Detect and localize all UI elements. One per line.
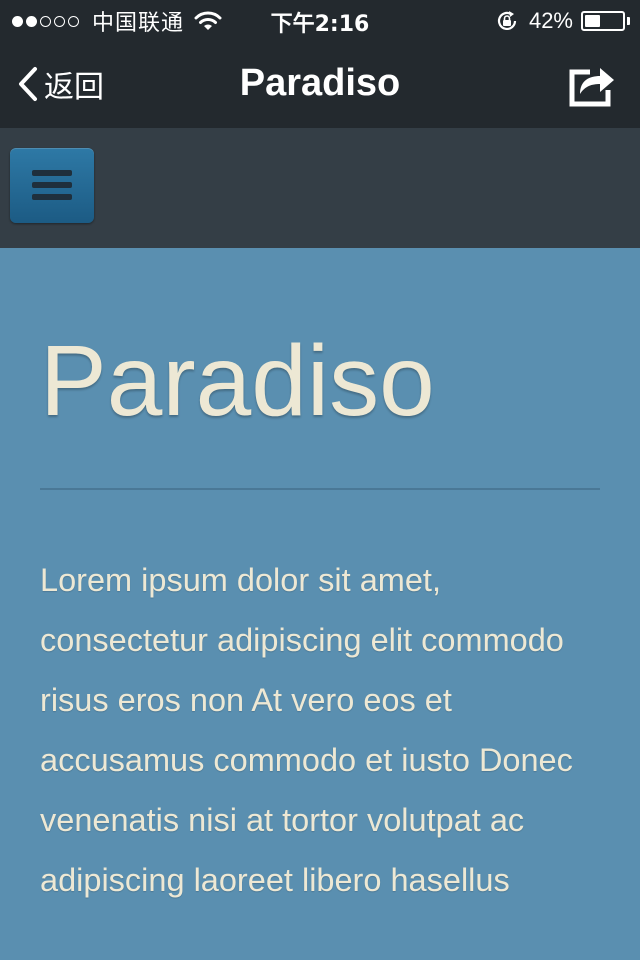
status-bar: 中国联通 下午2:16 42% (0, 0, 640, 40)
content-heading: Paradiso (40, 325, 435, 437)
screen: 中国联通 下午2:16 42% 返回 Paradiso Paradiso Lor… (0, 0, 640, 960)
share-button[interactable] (568, 62, 616, 108)
rotation-lock-icon (497, 11, 517, 30)
battery-icon (581, 11, 625, 31)
menu-bar (32, 194, 72, 200)
page-title: Paradiso (239, 62, 401, 104)
share-icon (569, 68, 614, 107)
battery-level (585, 15, 600, 27)
navigation-bar: 返回 Paradiso (0, 40, 640, 128)
status-right: 42% (495, 6, 630, 36)
battery-nub (627, 17, 630, 25)
divider (40, 488, 600, 490)
menu-button[interactable] (10, 148, 94, 223)
site-header (0, 128, 640, 248)
menu-bar (32, 170, 72, 176)
main-content: Paradiso Lorem ipsum dolor sit amet, con… (0, 248, 640, 960)
body-paragraph: Lorem ipsum dolor sit amet, consectetur … (40, 562, 573, 898)
menu-bar (32, 182, 72, 188)
battery-percent: 42% (528, 8, 573, 33)
